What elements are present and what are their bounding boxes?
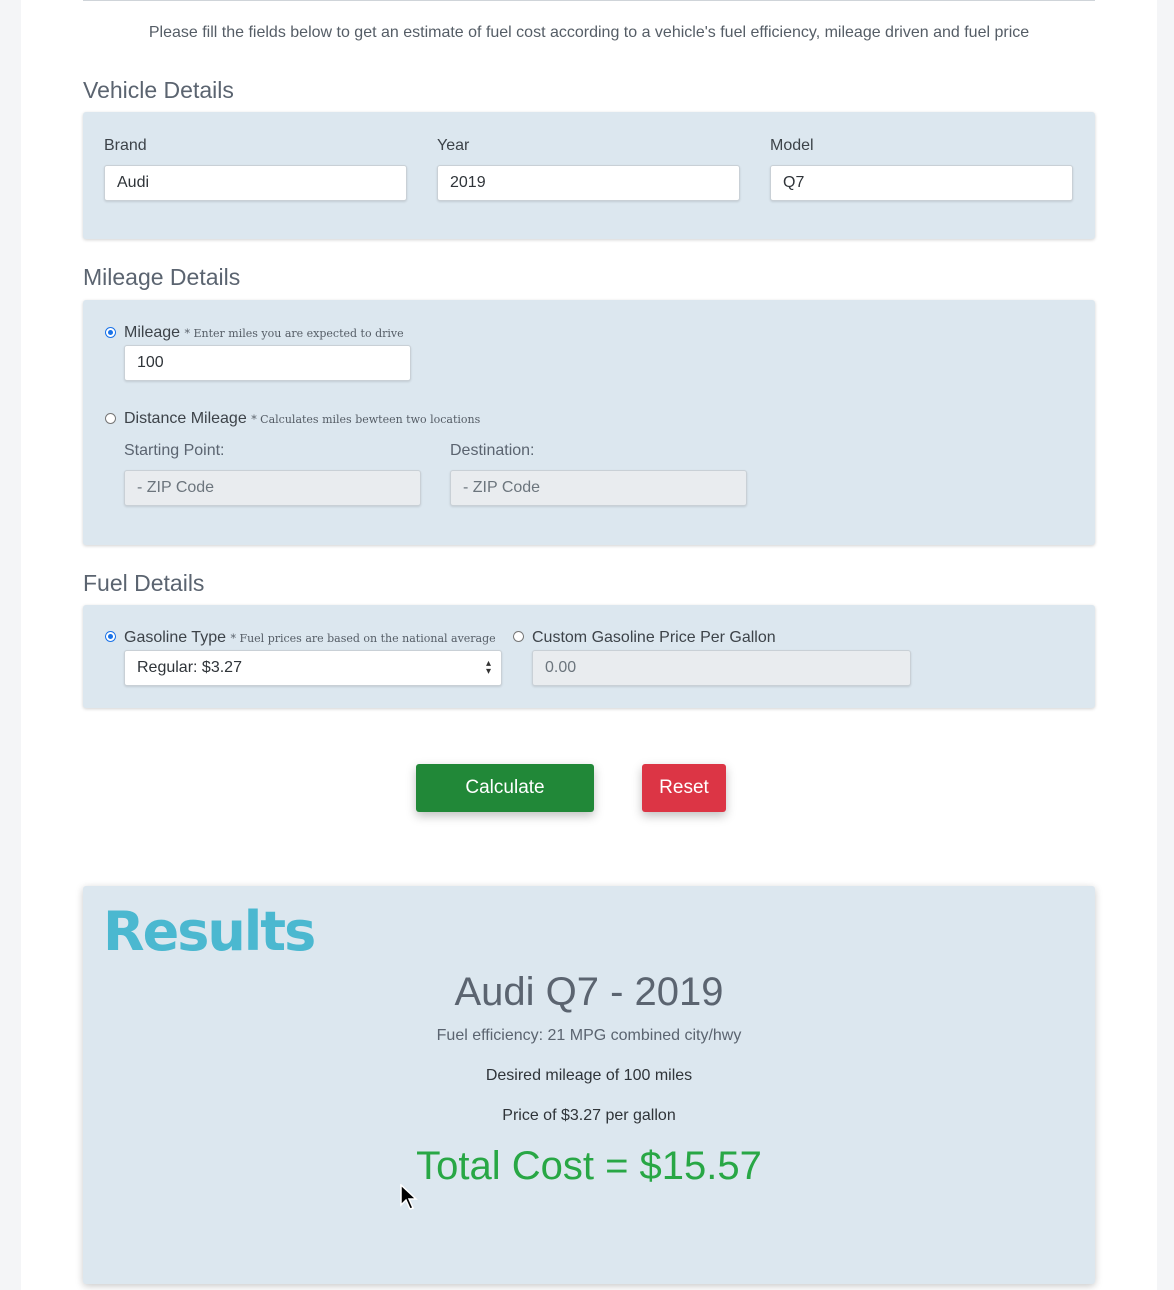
results-card: Results Audi Q7 - 2019 Fuel efficiency: … [83, 886, 1095, 1284]
distance-mileage-option: Distance Mileage * Calculates miles bewt… [124, 410, 480, 428]
custom-price-label: Custom Gasoline Price Per Gallon [532, 629, 776, 646]
intro-text: Please fill the fields below to get an e… [148, 24, 1030, 41]
vehicle-details-heading: Vehicle Details [83, 77, 234, 103]
gasoline-type-label: Gasoline Type [124, 629, 226, 646]
mileage-details-card: Mileage * Enter miles you are expected t… [83, 300, 1095, 545]
year-label: Year [437, 137, 470, 154]
mouse-cursor-icon [400, 1184, 418, 1210]
page-container: Please fill the fields below to get an e… [21, 0, 1157, 1290]
top-divider [83, 0, 1095, 1]
result-price-per-gallon: Price of $3.27 per gallon [502, 1107, 676, 1124]
select-arrows-icon: ▴ ▾ [485, 658, 491, 677]
mileage-radio[interactable] [105, 327, 116, 338]
model-input[interactable]: Q7 [770, 165, 1073, 201]
gasoline-type-radio[interactable] [105, 631, 116, 642]
distance-mileage-label: Distance Mileage [124, 410, 247, 427]
fuel-details-heading: Fuel Details [83, 570, 205, 596]
mileage-input[interactable]: 100 [124, 345, 411, 381]
year-input[interactable]: 2019 [437, 165, 740, 201]
starting-point-input[interactable]: - ZIP Code [124, 470, 421, 506]
custom-price-radio[interactable] [513, 631, 524, 642]
starting-point-label: Starting Point: [124, 442, 225, 459]
mileage-details-heading: Mileage Details [83, 264, 241, 290]
distance-mileage-hint: * Calculates miles bewteen two locations [251, 413, 481, 426]
brand-label: Brand [104, 137, 147, 154]
result-car-title: Audi Q7 - 2019 [454, 970, 724, 1014]
mileage-option: Mileage * Enter miles you are expected t… [124, 324, 404, 342]
calculate-button[interactable]: Calculate [416, 764, 594, 812]
result-fuel-efficiency: Fuel efficiency: 21 MPG combined city/hw… [436, 1027, 742, 1044]
vehicle-details-card: Brand Audi Year 2019 Model Q7 [83, 112, 1095, 239]
gasoline-type-selected: Regular: $3.27 [137, 659, 242, 676]
gasoline-type-option: Gasoline Type * Fuel prices are based on… [124, 629, 496, 647]
mileage-label: Mileage [124, 324, 181, 341]
result-total-cost: Total Cost = $15.57 [416, 1144, 762, 1188]
results-heading-logo: Results [103, 900, 316, 963]
destination-input[interactable]: - ZIP Code [450, 470, 747, 506]
custom-price-input[interactable]: 0.00 [532, 650, 911, 686]
model-label: Model [770, 137, 814, 154]
mileage-hint: * Enter miles you are expected to drive [184, 327, 404, 340]
reset-button[interactable]: Reset [642, 764, 726, 812]
gasoline-type-select[interactable]: Regular: $3.27 ▴ ▾ [124, 650, 502, 686]
gasoline-type-hint: * Fuel prices are based on the national … [230, 632, 496, 645]
destination-label: Destination: [450, 442, 535, 459]
brand-input[interactable]: Audi [104, 165, 407, 201]
fuel-details-card: Gasoline Type * Fuel prices are based on… [83, 605, 1095, 708]
result-desired-mileage: Desired mileage of 100 miles [485, 1067, 693, 1084]
distance-mileage-radio[interactable] [105, 413, 116, 424]
